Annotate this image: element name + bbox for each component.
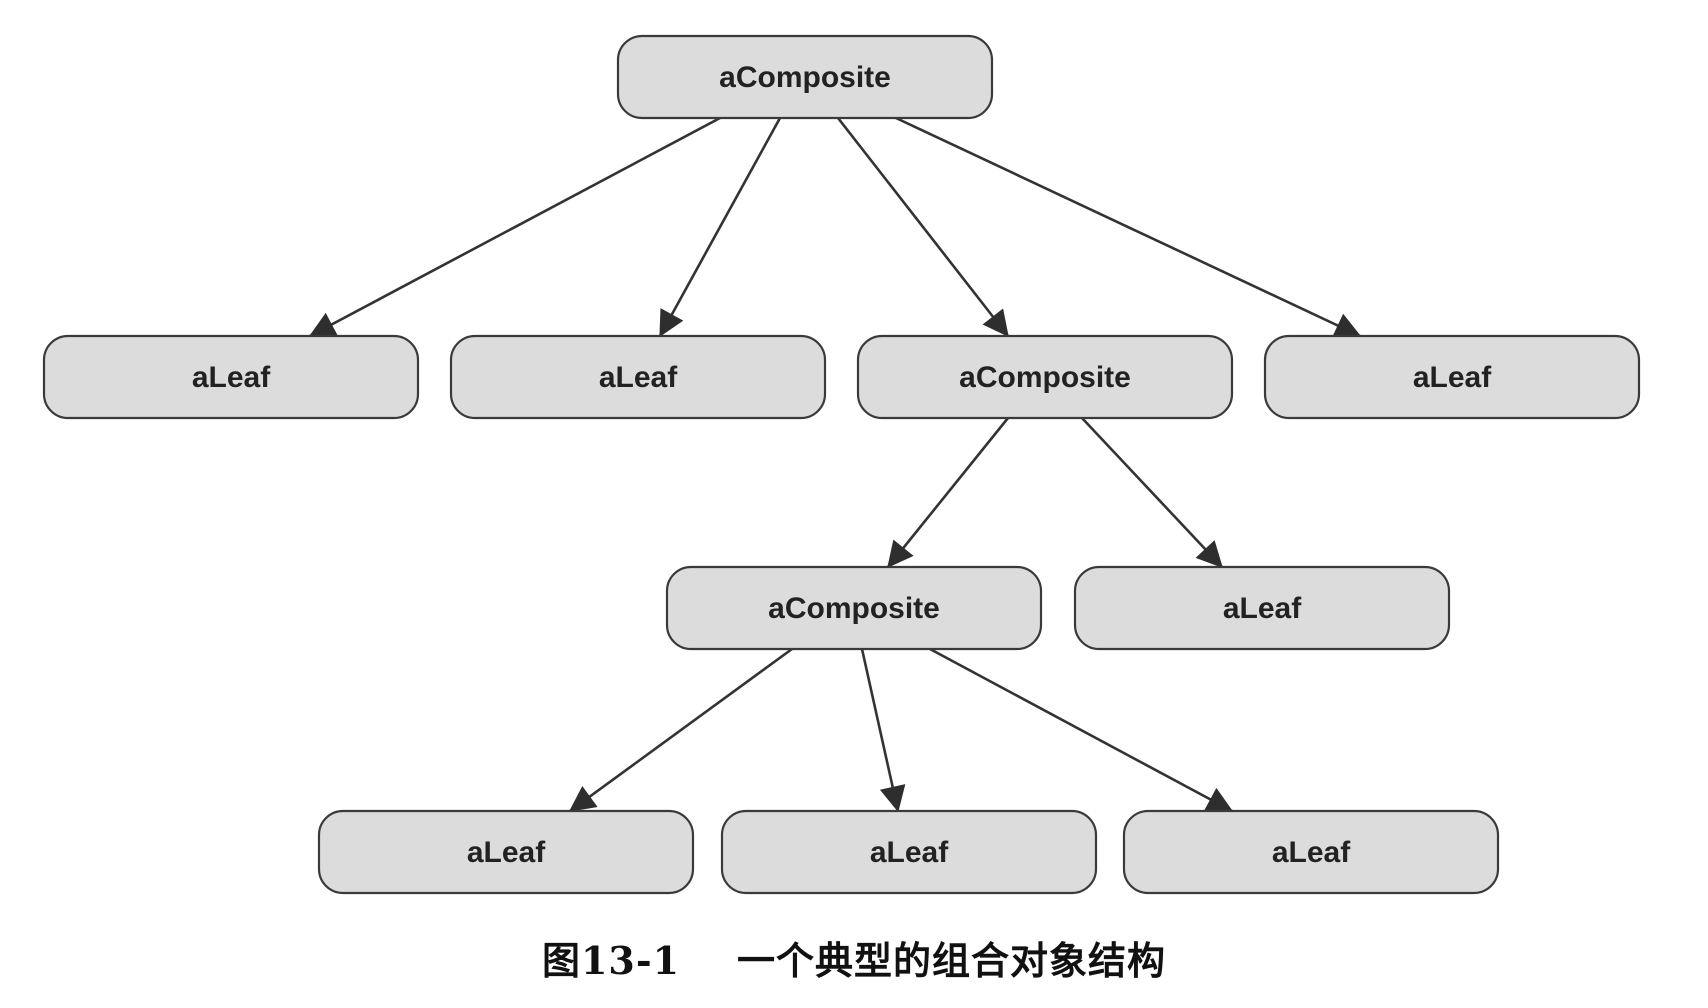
figure-caption: 图13-1 一个典型的组合对象结构 <box>0 930 1708 985</box>
node-root: aComposite <box>616 34 994 120</box>
edge-composite-2-to-composite-3 <box>886 417 1010 569</box>
edge-root-to-leaf-1 <box>308 116 721 338</box>
edge-root-to-leaf-2 <box>658 117 782 338</box>
node-label: aLeaf <box>1272 836 1351 869</box>
edge-root-to-leaf-3 <box>895 116 1362 338</box>
node-label: aComposite <box>768 592 940 625</box>
edge-composite-3-to-leaf-6 <box>860 648 906 813</box>
nodes-layer: aComposite aLeaf aLeaf aComposite aLeaf aComp… <box>42 34 1641 895</box>
node-leaf-6: aLeaf <box>720 809 1098 895</box>
node-label: aLeaf <box>599 361 678 394</box>
figure-number: 图13-1 <box>541 938 681 983</box>
node-label: aComposite <box>959 361 1131 394</box>
edges-layer <box>308 116 1362 813</box>
node-leaf-2: aLeaf <box>449 334 827 420</box>
composite-tree-diagram: aComposite aLeaf aLeaf aComposite aLeaf aComp… <box>42 34 1641 895</box>
node-leaf-3: aLeaf <box>1263 334 1641 420</box>
node-label: aLeaf <box>467 836 546 869</box>
node-leaf-4: aLeaf <box>1073 565 1451 651</box>
node-composite-2: aComposite <box>856 334 1234 420</box>
node-leaf-5: aLeaf <box>317 809 695 895</box>
edge-composite-3-to-leaf-5 <box>568 647 793 813</box>
node-label: aLeaf <box>1223 592 1302 625</box>
node-label: aLeaf <box>870 836 949 869</box>
node-label: aLeaf <box>1413 361 1492 394</box>
edge-composite-3-to-leaf-7 <box>929 647 1234 813</box>
node-label: aLeaf <box>192 361 271 394</box>
figure-title: 一个典型的组合对象结构 <box>737 938 1167 983</box>
node-leaf-1: aLeaf <box>42 334 420 420</box>
node-label: aComposite <box>719 61 891 94</box>
edge-root-to-composite-2 <box>836 117 1010 338</box>
edge-composite-2-to-leaf-4 <box>1081 417 1223 568</box>
node-leaf-7: aLeaf <box>1122 809 1500 895</box>
node-composite-3: aComposite <box>665 565 1043 651</box>
